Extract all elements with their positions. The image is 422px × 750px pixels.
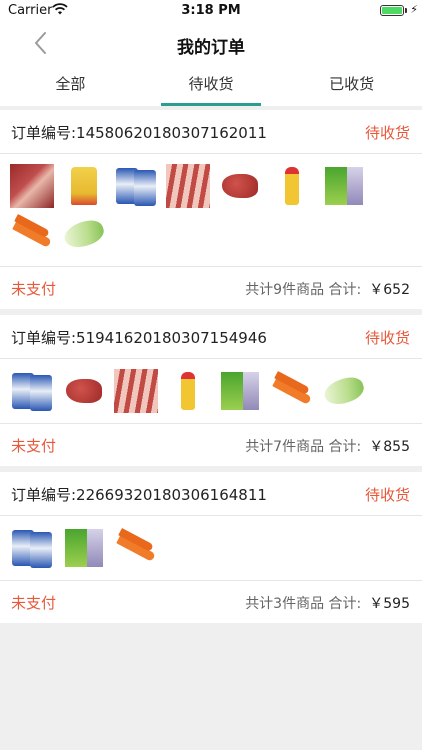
order-header: 订单编号:51941620180307154946 待收货 [0,315,422,359]
battery-tip [405,8,407,13]
order-header: 订单编号:14580620180307162011 待收货 [0,110,422,154]
oil-bottle-icon [166,369,210,413]
order-total: ￥652 [369,282,410,298]
vegetable-pack-icon [62,526,106,570]
order-footer: 未支付 共计3件商品 合计: ￥595 [0,581,422,623]
oil-bottle-icon [270,164,314,208]
carrot-icon [270,369,314,413]
order-status: 待收货 [364,124,410,142]
order-total: ￥855 [369,439,410,455]
order-total: ￥595 [369,596,410,612]
order-summary-text: 共计9件商品 合计: [245,282,362,298]
cabbage-icon [62,212,106,256]
order-number: 订单编号:14580620180307162011 [11,124,267,142]
beef-icon [218,164,262,208]
order-card[interactable]: 订单编号:22669320180306164811 待收货 未支付 共计3件商品… [0,472,422,623]
cabbage-icon [322,369,366,413]
ribs-icon [114,369,158,413]
beef-icon [62,369,106,413]
order-status: 待收货 [364,329,410,347]
page-title: 我的订单 [177,38,245,58]
tab-pending-receipt[interactable]: 待收货 [141,64,282,106]
order-status: 待收货 [364,486,410,504]
order-items[interactable] [0,516,422,581]
payment-status[interactable]: 未支付 [11,435,56,456]
order-number: 订单编号:22669320180306164811 [11,486,267,504]
navigation-bar: 我的订单 [0,22,422,64]
order-card[interactable]: 订单编号:14580620180307162011 待收货 未支付 共计9件商品… [0,110,422,309]
order-items[interactable] [0,154,422,267]
order-summary: 共计7件商品 合计: ￥855 [245,436,410,456]
order-items[interactable] [0,359,422,424]
charging-icon: ⚡ [410,3,418,16]
order-summary: 共计9件商品 合计: ￥652 [245,279,410,299]
blue-bag-icon [10,369,54,413]
vegetable-pack-icon [322,164,366,208]
ribs-icon [166,164,210,208]
blue-bag-icon [114,164,158,208]
order-number: 订单编号:51941620180307154946 [11,329,267,347]
battery-icon [380,5,404,16]
order-footer: 未支付 共计9件商品 合计: ￥652 [0,267,422,309]
carrot-icon [10,212,54,256]
clock: 3:18 PM [181,3,241,18]
order-list: 订单编号:14580620180307162011 待收货 未支付 共计9件商品… [0,110,422,629]
order-summary-text: 共计7件商品 合计: [245,439,362,455]
meat-icon [10,164,54,208]
order-summary: 共计3件商品 合计: ￥595 [245,593,410,613]
order-card[interactable]: 订单编号:51941620180307154946 待收货 未支付 共计7件商品… [0,315,422,466]
status-bar: Carrier 3:18 PM ⚡ [0,0,422,22]
order-summary-text: 共计3件商品 合计: [245,596,362,612]
payment-status[interactable]: 未支付 [11,592,56,613]
blue-bag-icon [10,526,54,570]
order-header: 订单编号:22669320180306164811 待收货 [0,472,422,516]
vegetable-pack-icon [218,369,262,413]
order-footer: 未支付 共计7件商品 合计: ￥855 [0,424,422,466]
carrot-icon [114,526,158,570]
payment-status[interactable]: 未支付 [11,278,56,299]
tab-received[interactable]: 已收货 [281,64,422,106]
order-tabs: 全部 待收货 已收货 [0,64,422,106]
tab-all[interactable]: 全部 [0,64,141,106]
yellow-bag-icon [62,164,106,208]
